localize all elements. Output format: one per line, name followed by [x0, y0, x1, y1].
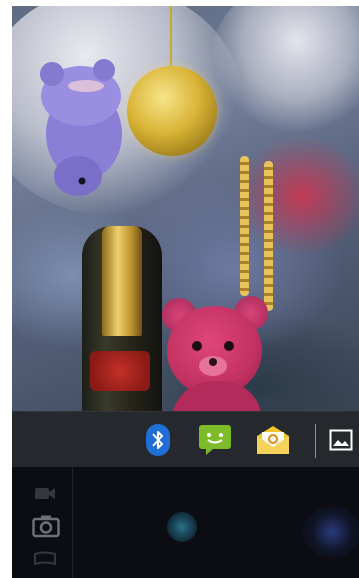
bluetooth-icon: [146, 424, 170, 456]
purple-teddy-bear: [40, 59, 122, 196]
pink-bear-face: [192, 341, 234, 376]
bottle-neck: [102, 226, 142, 336]
tray-divider: [315, 424, 316, 458]
panorama-icon[interactable]: [34, 551, 56, 567]
email-icon: [257, 426, 289, 454]
share-app-tray: [12, 411, 359, 468]
gold-ornament: [127, 66, 217, 156]
camera-icon[interactable]: [32, 514, 60, 538]
ornament-string: [170, 6, 172, 68]
camera-mode-switcher[interactable]: [22, 467, 73, 578]
bluetooth-share-button[interactable]: [140, 422, 176, 458]
camera-viewfinder[interactable]: [12, 6, 359, 411]
messaging-share-button[interactable]: [197, 422, 233, 458]
messaging-icon: [199, 425, 231, 455]
gallery-icon: [329, 429, 353, 451]
shutter-button[interactable]: [167, 512, 197, 542]
gold-bead-strand: [240, 156, 249, 296]
email-share-button[interactable]: [255, 422, 291, 458]
video-camera-icon[interactable]: [34, 485, 56, 501]
phone-screen: [12, 6, 359, 578]
bottle-label: [90, 351, 150, 391]
gallery-share-button[interactable]: [323, 422, 359, 458]
camera-controls: [12, 467, 359, 578]
last-photo-thumbnail[interactable]: [302, 507, 359, 557]
gold-bead-strand: [264, 161, 273, 311]
